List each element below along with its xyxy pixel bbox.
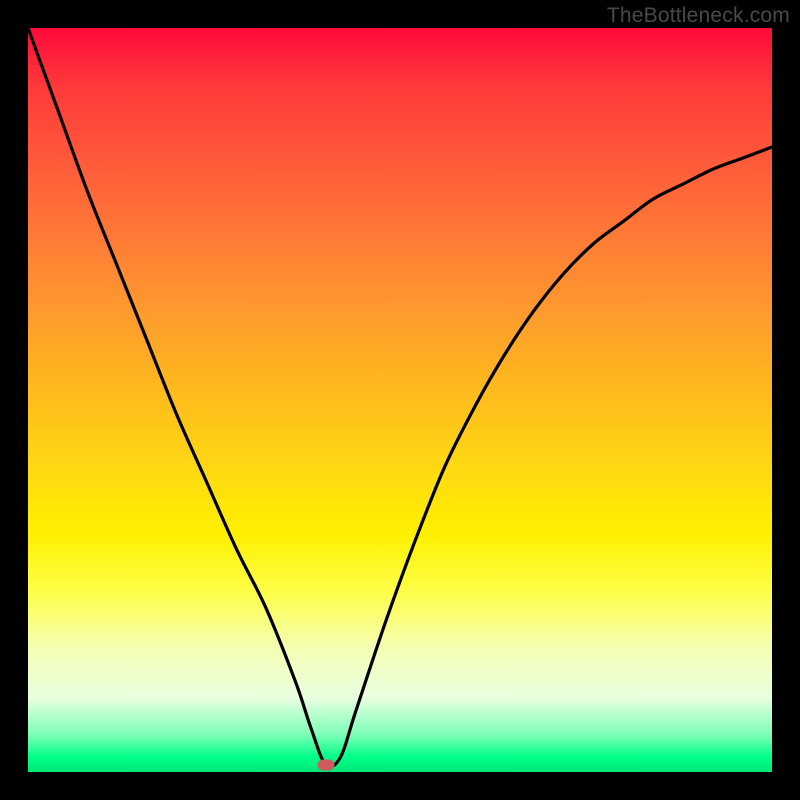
bottleneck-curve [28,28,772,772]
watermark-text: TheBottleneck.com [607,4,790,28]
minimum-marker [317,759,334,770]
plot-area [28,28,772,772]
chart-frame: TheBottleneck.com [0,0,800,800]
